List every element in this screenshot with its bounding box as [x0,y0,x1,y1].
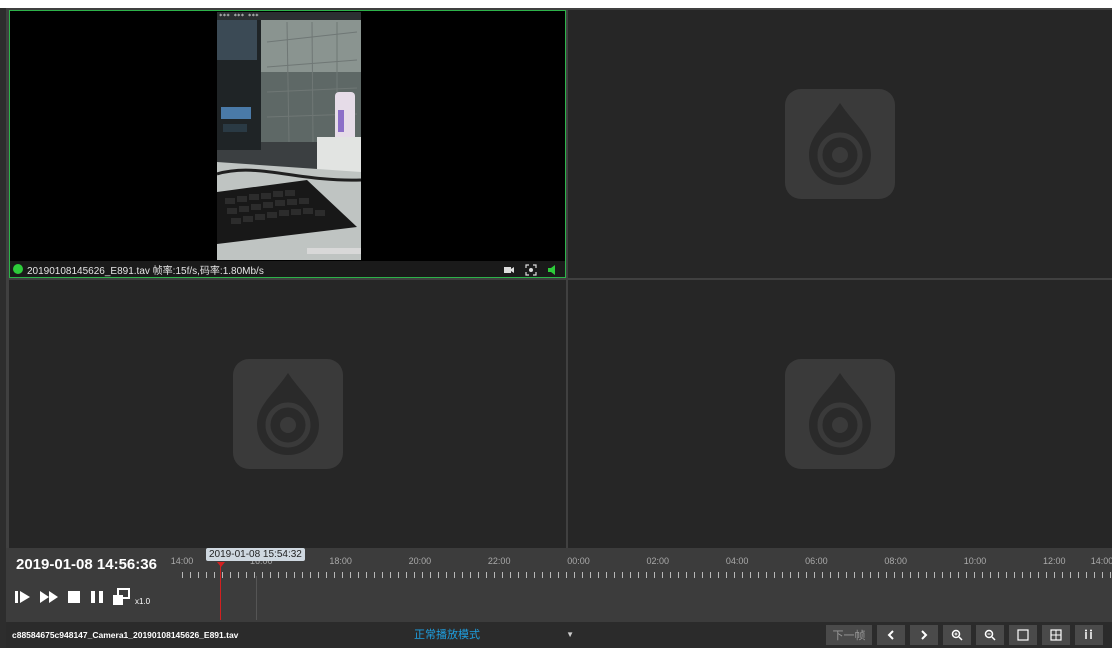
multi-window-icon[interactable] [112,588,130,611]
camera-logo-icon [232,359,343,469]
timeline-tick-label: 02:00 [646,556,670,566]
prev-icon[interactable] [877,625,905,645]
timeline-tick-labels: 14:00 16:00 18:00 20:00 22:00 00:00 02:00 04:00… [6,556,1112,568]
video-pane-4[interactable] [568,280,1112,548]
video-status-bar: 20190108145626_E891.tav 帧率:15f/s,码率:1.80… [10,261,565,277]
timeline-tick-label: 12:00 [1043,556,1066,566]
audio-icon[interactable] [547,263,559,275]
timeline-tick-label: 06:00 [805,556,828,566]
video-pane-2[interactable] [568,10,1112,278]
record-icon[interactable] [503,263,515,275]
timeline-cursor-time: 2019-01-08 15:54:32 [206,548,305,561]
timeline-tick-label: 20:00 [408,556,432,566]
timeline-tick-label: 04:00 [725,556,749,566]
player-window: *** *** *** 20190108145626_E891.tav 帧率:1… [0,0,1112,648]
next-icon[interactable] [910,625,938,645]
timeline-marker [256,576,257,620]
single-layout-icon[interactable] [1009,625,1037,645]
camera-logo-icon [785,359,895,469]
pause-icon[interactable] [89,589,105,610]
play-mode-value: 正常播放模式 [414,629,480,641]
timeline-tick-label: 10:00 [963,556,987,566]
video-info: 20190108145626_E891.tav 帧率:15f/s,码率:1.80… [27,265,264,277]
chevron-down-icon: ▼ [566,630,574,639]
speed-indicator: x1.0 [135,597,151,606]
camera-logo-icon [785,89,895,199]
timeline-tick-label: 18:00 [329,556,352,566]
stop-icon[interactable] [66,589,82,610]
top-strip [0,0,1112,8]
quad-layout-icon[interactable] [1042,625,1070,645]
status-indicator [13,264,23,274]
svg-text:*** *** ***: *** *** *** [219,13,259,20]
step-play-icon[interactable] [14,589,32,610]
file-name: c88584675c948147_Camera1_20190108145626_… [12,630,239,640]
video-content: *** *** *** [217,12,361,260]
play-mode-select[interactable]: 正常播放模式 ▼ [414,626,574,644]
bottom-bar: c88584675c948147_Camera1_20190108145626_… [6,622,1112,648]
timeline-tick-label: 08:00 [884,556,907,566]
timeline-tick-label: 14:00 [170,556,194,566]
timeline-ruler[interactable] [182,568,1112,578]
video-pane-1[interactable]: *** *** *** 20190108145626_E891.tav 帧率:1… [9,10,566,278]
timeline-tick-label: 22:00 [487,556,511,566]
video-pane-3[interactable] [9,280,566,548]
zoom-out-icon[interactable] [976,625,1004,645]
video-frame: *** *** *** [217,12,361,260]
bottom-toolbar: 下一帧 [826,625,1103,645]
timeline[interactable]: 2019-01-08 14:56:36 14:00 16:00 18:00 20:00… [6,548,1112,622]
timeline-cursor-head[interactable] [217,562,225,567]
timeline-tick-label: 00:00 [567,556,590,566]
capture-icon[interactable] [525,263,537,276]
playback-controls: x1.0 [14,588,150,611]
fast-forward-icon[interactable] [39,589,59,610]
video-grid: *** *** *** 20190108145626_E891.tav 帧率:1… [6,8,1112,548]
timeline-cursor[interactable] [220,564,221,620]
more-layout-icon[interactable] [1075,625,1103,645]
next-frame-button[interactable]: 下一帧 [826,625,872,645]
timeline-tick-label: 14:00 [1090,556,1112,566]
zoom-in-icon[interactable] [943,625,971,645]
